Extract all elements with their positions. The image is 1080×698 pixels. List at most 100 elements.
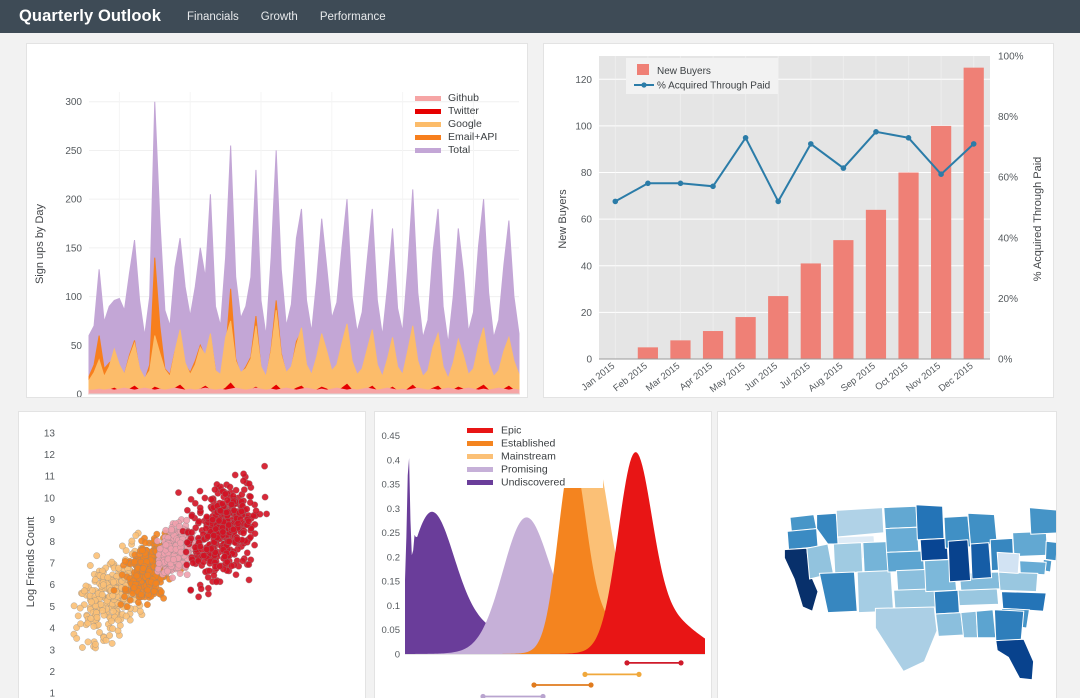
scatter-point <box>240 529 247 537</box>
legend-label: Undiscovered <box>501 477 565 489</box>
line-point <box>808 141 814 147</box>
scatter-point <box>261 493 269 501</box>
scatter-point <box>139 547 146 554</box>
signups-y-axis-title: Sign ups by Day <box>34 203 46 284</box>
y-tick-label: 0.05 <box>382 625 401 636</box>
scatter-point <box>263 510 270 518</box>
scatter-point <box>121 593 128 601</box>
bar-aug-2015 <box>833 240 854 359</box>
scatter-point <box>106 632 113 639</box>
scatter-point <box>144 586 151 594</box>
scatter-point <box>247 493 254 501</box>
line-point <box>840 165 847 171</box>
y-tick-label: 50 <box>71 341 83 352</box>
y-tick-label: 0.25 <box>382 528 401 539</box>
map-state-nm <box>856 570 895 614</box>
scatter-point <box>88 587 96 594</box>
new-buyers-combo-chart: 020406080100120 0%20%40%60%80%100% Jan 2… <box>544 44 1053 397</box>
scatter-point <box>153 537 161 545</box>
density-chart-card: 0 0.05 0.1 0.15 0.2 0.25 0.3 0.35 0.4 0.45 Epic Es… <box>374 411 712 698</box>
map-state-mt <box>835 507 885 538</box>
scatter-point <box>155 559 163 567</box>
scatter-point <box>204 533 212 540</box>
scatter-point <box>156 545 164 553</box>
scatter-point <box>130 584 138 592</box>
scatter-point <box>91 576 99 584</box>
right-tick-label: 100% <box>998 52 1024 63</box>
line-point <box>742 135 749 141</box>
line-point <box>710 183 716 190</box>
scatter-point <box>93 552 101 560</box>
legend-swatch <box>415 109 441 114</box>
right-tick-label: 40% <box>998 233 1018 244</box>
nav-link-performance[interactable]: Performance <box>320 11 386 23</box>
scatter-point <box>126 596 134 604</box>
scatter-point <box>195 518 203 525</box>
legend-label: Github <box>448 92 479 104</box>
scatter-point <box>206 567 213 575</box>
scatter-point <box>137 591 145 598</box>
legend-swatch <box>415 135 441 140</box>
scatter-point <box>194 557 202 565</box>
y-tick-label: 0 <box>395 650 400 661</box>
scatter-point <box>232 486 240 494</box>
scatter-point <box>212 578 220 586</box>
map-state-ia <box>919 537 949 562</box>
scatter-point <box>221 553 229 560</box>
scatter-point <box>196 504 204 512</box>
scatter-point <box>219 500 226 507</box>
scatter-point <box>98 591 106 599</box>
scatter-point <box>246 499 254 506</box>
scatter-point <box>177 539 184 547</box>
map-state-mn <box>915 504 945 541</box>
line-point <box>612 198 619 205</box>
scatter-y-axis-title: Log Friends Count <box>25 517 37 608</box>
y-tick-label: 0.1 <box>387 601 400 612</box>
nav-link-growth[interactable]: Growth <box>261 11 298 23</box>
scatter-point <box>187 586 195 594</box>
y-tick-label: 11 <box>45 472 56 483</box>
legend-swatch <box>415 96 441 101</box>
scatter-point <box>205 584 212 592</box>
scatter-point <box>212 525 220 533</box>
scatter-point <box>139 565 147 572</box>
legend-label: Google <box>448 118 482 130</box>
interval-endpoint <box>531 682 537 688</box>
map-state-in <box>970 542 993 580</box>
scatter-point <box>183 516 191 524</box>
legend-label: Twitter <box>448 105 479 117</box>
legend-label: Promising <box>501 464 548 476</box>
scatter-point <box>110 578 117 586</box>
interval-endpoint <box>624 660 630 666</box>
buyers-y-axis-title: New Buyers <box>557 189 569 249</box>
buyers-legend: New Buyers % Acquired Through Paid <box>626 58 778 94</box>
map-state-la <box>935 612 965 637</box>
scatter-point <box>90 623 98 630</box>
scatter-point <box>238 508 245 515</box>
legend-swatch <box>467 467 493 472</box>
y-tick-label: 5 <box>49 602 55 613</box>
bar-oct-2015 <box>898 172 919 359</box>
us-choropleth-map <box>718 412 1056 698</box>
scatter-point <box>93 614 101 621</box>
scatter-point <box>230 526 237 533</box>
scatter-point <box>169 574 176 582</box>
scatter-point <box>175 489 182 496</box>
y-tick-label: 6 <box>49 580 55 591</box>
scatter-point <box>141 539 149 547</box>
scatter-point <box>217 507 224 515</box>
scatter-point <box>170 556 177 563</box>
scatter-point <box>200 552 208 559</box>
line-point <box>873 129 879 135</box>
map-state-ms <box>960 610 979 639</box>
legend-label: Email+API <box>448 131 497 143</box>
density-legend: EpicEstablishedMainstreamPromisingUndisc… <box>455 420 603 489</box>
legend-label: Epic <box>501 425 521 437</box>
nav-link-financials[interactable]: Financials <box>187 11 239 23</box>
map-state-ga <box>993 609 1025 643</box>
scatter-point <box>219 528 227 536</box>
scatter-point <box>188 512 196 520</box>
scatter-point <box>119 542 126 550</box>
legend-label: % Acquired Through Paid <box>657 81 770 92</box>
right-tick-label: 20% <box>998 294 1018 305</box>
